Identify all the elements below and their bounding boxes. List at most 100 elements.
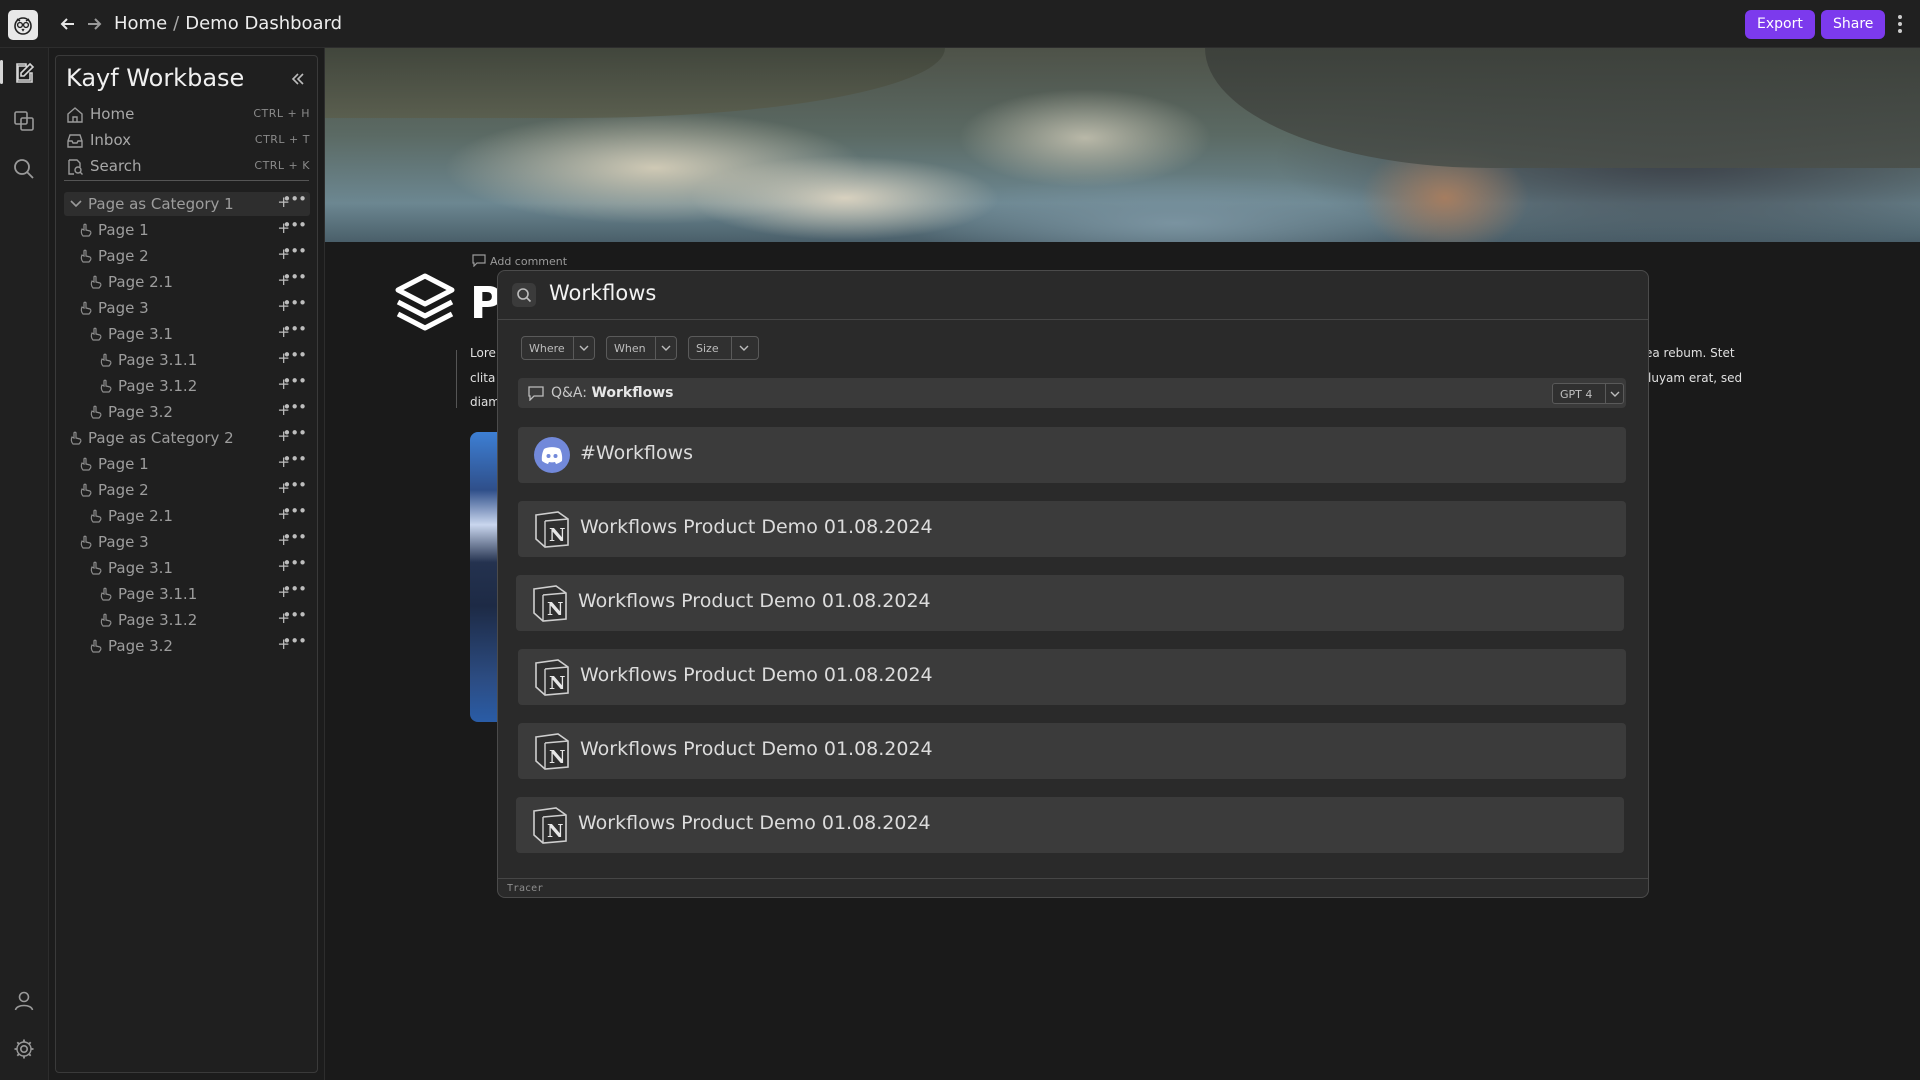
- tree-item[interactable]: Page 3 + •••: [64, 528, 310, 554]
- svg-text:N: N: [549, 673, 565, 694]
- item-options-button[interactable]: •••: [282, 372, 307, 390]
- layers-icon: [395, 273, 455, 331]
- add-comment-label: Add comment: [490, 255, 568, 268]
- sidebar-home-link[interactable]: Home CTRL + H: [66, 103, 310, 127]
- tree-item[interactable]: Page 3.2 + •••: [64, 398, 310, 424]
- tree-item[interactable]: Page 2.1 + •••: [64, 268, 310, 294]
- item-options-button[interactable]: •••: [282, 398, 307, 416]
- rail-account-button[interactable]: [11, 988, 37, 1014]
- quote-bar: [456, 350, 457, 408]
- tree-item[interactable]: Page 1 + •••: [64, 450, 310, 476]
- item-options-button[interactable]: •••: [282, 606, 307, 624]
- item-options-button[interactable]: •••: [282, 450, 307, 468]
- workspace-sidebar: Kayf Workbase Home CTRL + H Inbox CTRL +…: [55, 55, 318, 1073]
- model-divider: [1605, 384, 1606, 403]
- tree-item[interactable]: Page 2 + •••: [64, 476, 310, 502]
- item-options-button[interactable]: •••: [282, 424, 307, 442]
- item-options-button[interactable]: •••: [282, 554, 307, 572]
- search-result[interactable]: N Workflows Product Demo 01.08.2024: [516, 575, 1624, 631]
- back-button[interactable]: [56, 12, 80, 36]
- model-select[interactable]: GPT 4: [1552, 383, 1624, 404]
- tree-item[interactable]: Page 3.1 + •••: [64, 554, 310, 580]
- size-filter[interactable]: Size: [688, 336, 759, 360]
- item-options-button[interactable]: •••: [282, 242, 307, 260]
- qa-row[interactable]: Q&A: Workflows GPT 4: [518, 378, 1626, 408]
- item-options-button[interactable]: •••: [282, 502, 307, 520]
- collapse-sidebar-button[interactable]: [289, 70, 307, 88]
- rail-settings-button[interactable]: [11, 1036, 37, 1062]
- tree-item[interactable]: Page 2.1 + •••: [64, 502, 310, 528]
- owl-logo-icon: [14, 17, 32, 35]
- when-filter[interactable]: When: [606, 336, 677, 360]
- double-chevron-left-icon: [291, 73, 304, 85]
- filter-divider: [655, 337, 656, 359]
- tree-item-label: Page 3: [98, 533, 149, 551]
- tree-item[interactable]: Page 3 + •••: [64, 294, 310, 320]
- tree-item[interactable]: Page 3.1.2 + •••: [64, 372, 310, 398]
- rail-search-button[interactable]: [11, 156, 37, 182]
- item-options-button[interactable]: •••: [282, 190, 307, 208]
- page-hand-icon: [80, 301, 92, 315]
- forward-button[interactable]: [82, 12, 106, 36]
- model-label: GPT 4: [1560, 388, 1593, 401]
- tree-item-label: Page 2.1: [108, 507, 173, 525]
- svg-text:N: N: [547, 599, 563, 620]
- search-result[interactable]: N Workflows Product Demo 01.08.2024: [518, 723, 1626, 779]
- item-options-button[interactable]: •••: [282, 476, 307, 494]
- body-text: ea rebum. Stet: [1645, 346, 1735, 360]
- search-result[interactable]: #Workflows: [518, 427, 1626, 483]
- sidebar-search-link[interactable]: Search CTRL + K: [66, 155, 310, 179]
- chevron-down-icon: [661, 345, 671, 351]
- share-button[interactable]: Share: [1821, 10, 1886, 39]
- chevron-down-icon[interactable]: [68, 196, 84, 212]
- item-options-button[interactable]: •••: [282, 294, 307, 312]
- item-options-button[interactable]: •••: [282, 346, 307, 364]
- tree-item[interactable]: Page 3.1 + •••: [64, 320, 310, 346]
- item-options-button[interactable]: •••: [282, 580, 307, 598]
- rail-copies-button[interactable]: [11, 108, 37, 134]
- tree-item[interactable]: Page 3.2 + •••: [64, 632, 310, 658]
- tree-item[interactable]: Page as Category 2 + •••: [64, 424, 310, 450]
- page-hand-icon: [100, 587, 112, 601]
- filter-divider: [731, 337, 732, 359]
- breadcrumb-home[interactable]: Home: [114, 13, 167, 34]
- search-input[interactable]: Workflows: [549, 281, 656, 305]
- item-options-button[interactable]: •••: [282, 268, 307, 286]
- sidebar-inbox-link[interactable]: Inbox CTRL + T: [66, 129, 310, 153]
- tree-item-label: Page 3.2: [108, 637, 173, 655]
- tree-item[interactable]: Page 3.1.2 + •••: [64, 606, 310, 632]
- embedded-image[interactable]: [470, 432, 500, 722]
- where-filter[interactable]: Where: [521, 336, 595, 360]
- tree-item-label: Page 1: [98, 221, 149, 239]
- export-button[interactable]: Export: [1745, 10, 1815, 39]
- tree-item[interactable]: Page 2 + •••: [64, 242, 310, 268]
- item-options-button[interactable]: •••: [282, 216, 307, 234]
- search-result[interactable]: N Workflows Product Demo 01.08.2024: [518, 501, 1626, 557]
- notion-icon: N: [533, 585, 567, 622]
- page-hand-icon: [100, 379, 112, 393]
- search-icon-box: [512, 283, 536, 307]
- tree-item-label: Page 3.1.1: [118, 585, 198, 603]
- item-options-button[interactable]: •••: [282, 320, 307, 338]
- tree-item-label: Page 2.1: [108, 273, 173, 291]
- cover-image[interactable]: [325, 48, 1920, 242]
- tree-item[interactable]: Page 3.1.1 + •••: [64, 346, 310, 372]
- item-options-button[interactable]: •••: [282, 528, 307, 546]
- chevron-down-icon: [739, 345, 749, 351]
- search-result[interactable]: N Workflows Product Demo 01.08.2024: [518, 649, 1626, 705]
- page-hand-icon: [90, 275, 102, 289]
- tree-item[interactable]: Page 1 + •••: [64, 216, 310, 242]
- search-shortcut: CTRL + K: [254, 159, 310, 172]
- rail-pages-button[interactable]: [11, 60, 37, 86]
- item-options-button[interactable]: •••: [282, 632, 307, 650]
- tree-item-label: Page as Category 1: [88, 195, 234, 213]
- app-logo[interactable]: [8, 10, 38, 40]
- tree-item[interactable]: Page as Category 1 + •••: [64, 190, 310, 216]
- workspace-title[interactable]: Kayf Workbase: [66, 64, 244, 92]
- notion-icon: N: [535, 659, 569, 696]
- more-menu-button[interactable]: [1894, 12, 1906, 36]
- breadcrumb-current[interactable]: Demo Dashboard: [185, 13, 342, 34]
- tree-item[interactable]: Page 3.1.1 + •••: [64, 580, 310, 606]
- tree-item-label: Page 2: [98, 247, 149, 265]
- search-result[interactable]: N Workflows Product Demo 01.08.2024: [516, 797, 1624, 853]
